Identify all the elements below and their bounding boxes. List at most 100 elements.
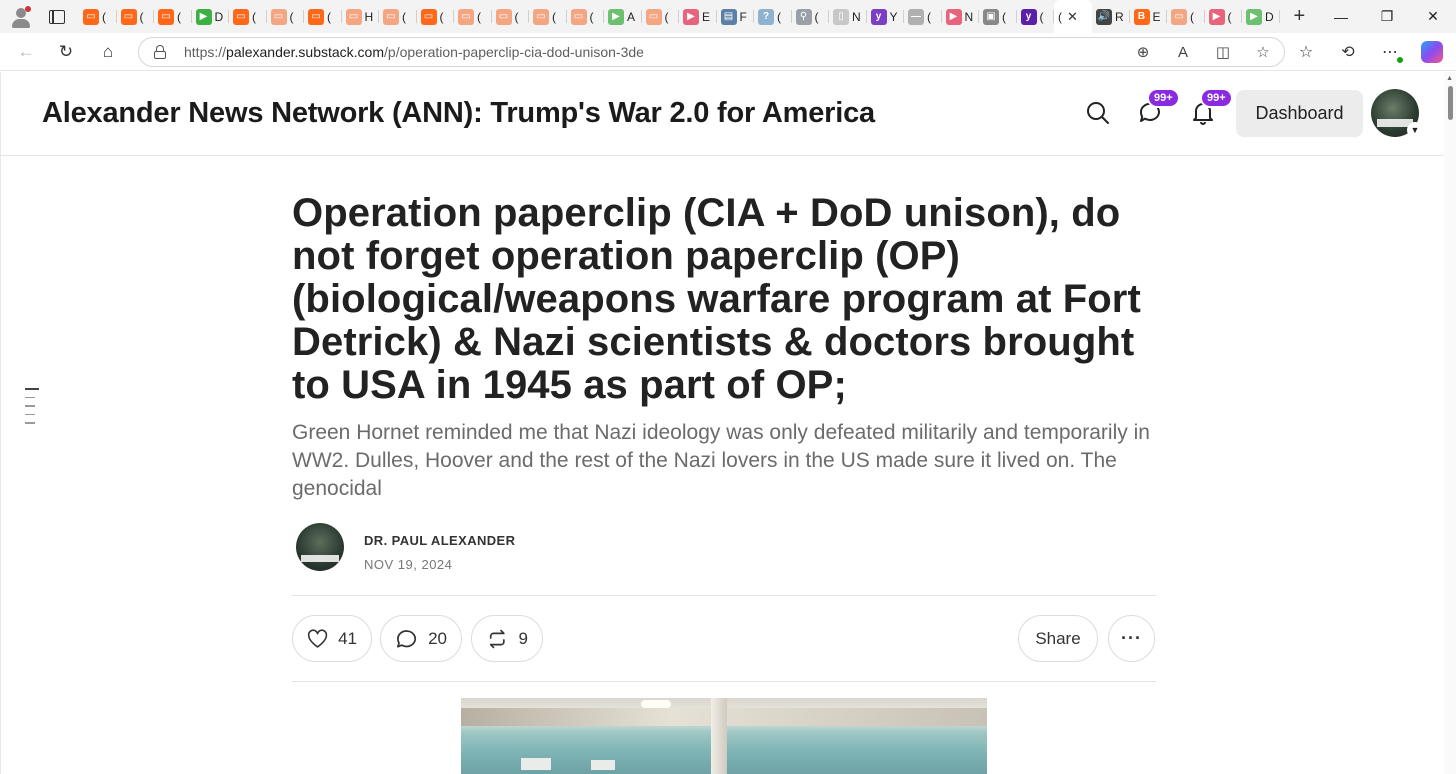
tab-favicon-icon: ▶ [945, 8, 962, 25]
copilot-icon[interactable] [1418, 38, 1446, 66]
search-icon[interactable] [1085, 100, 1113, 128]
author-name[interactable]: DR. PAUL ALEXANDER [364, 533, 515, 548]
tab-title: ( [102, 9, 106, 24]
tab-actions-icon[interactable] [49, 9, 65, 24]
browser-tab[interactable]: ▭ H [342, 0, 380, 33]
browser-tab[interactable]: 🔊 R [1092, 0, 1130, 33]
tab-title: A [627, 9, 636, 24]
page-scrollbar[interactable]: ▲ [1444, 72, 1456, 774]
browser-tab[interactable]: ▭( [642, 0, 680, 33]
browser-tab-strip: ▭(▭(▭(▶ D ▭(▭(▭(▭ H ▭(▭(▭(▭(▭(▭(▶ A ▭(▶ E ▤ F?(⚲(… [0, 0, 1456, 33]
favorites-icon[interactable]: ☆ [1292, 38, 1320, 66]
browser-tab[interactable]: ▶ D [1242, 0, 1280, 33]
browser-tab[interactable]: yY [867, 0, 905, 33]
tab-favicon-icon: ▭ [158, 8, 174, 25]
browser-tab[interactable]: ▭( [417, 0, 455, 33]
author-avatar[interactable] [296, 523, 344, 571]
browser-tab[interactable]: ▭( [154, 0, 192, 33]
post-date: NOV 19, 2024 [364, 557, 453, 572]
tab-favicon-icon: y [870, 8, 887, 25]
tab-title: Y [889, 9, 898, 24]
like-count: 41 [338, 628, 357, 648]
browser-tab[interactable]: ▭( [267, 0, 305, 33]
home-button[interactable]: ⌂ [90, 37, 126, 67]
url-text[interactable]: https://palexander.substack.com/p/operat… [184, 44, 644, 60]
tab-favicon-icon: ▭ [420, 8, 437, 25]
history-icon[interactable]: ⟲ [1334, 38, 1362, 66]
tab-favicon-icon: ▭ [383, 8, 399, 25]
tab-favicon-icon: ▭ [345, 8, 362, 25]
browser-tab[interactable]: ▭( [117, 0, 155, 33]
browser-tab[interactable]: ?( [754, 0, 792, 33]
tab-favicon-icon: ▭ [533, 8, 549, 25]
tab-favicon-icon: ▤ [720, 8, 737, 25]
browser-tab[interactable]: ▭( [567, 0, 605, 33]
site-title[interactable]: Alexander News Network (ANN): Trump's Wa… [42, 97, 875, 130]
zoom-icon[interactable]: ⊕ [1134, 43, 1152, 61]
restore-button[interactable]: ❐ [1364, 0, 1410, 33]
chevron-down-icon[interactable]: ▼ [1407, 122, 1423, 138]
url-bar[interactable]: https://palexander.substack.com/p/operat… [138, 37, 1285, 67]
browser-tab[interactable]: ▭( [454, 0, 492, 33]
browser-tab[interactable]: ▶ E [679, 0, 717, 33]
tab-title: ( [814, 9, 819, 24]
tab-favicon-icon: ▭ [1171, 8, 1187, 25]
comment-button[interactable]: 20 [380, 615, 462, 662]
browser-tab[interactable]: BE [1130, 0, 1168, 33]
favorite-star-icon[interactable]: ☆ [1254, 43, 1272, 61]
restack-button[interactable]: 9 [471, 615, 543, 662]
browser-tab[interactable]: ▭( [492, 0, 530, 33]
post-subtitle: Green Hornet reminded me that Nazi ideol… [292, 421, 1150, 500]
close-window-button[interactable]: ✕ [1410, 0, 1456, 33]
browser-tab[interactable]: ▭( [229, 0, 267, 33]
profile-icon[interactable] [9, 5, 33, 29]
more-tools-icon[interactable]: ⋯ [1376, 38, 1404, 66]
active-browser-tab[interactable]: (✕ [1054, 0, 1092, 33]
like-button[interactable]: 41 [292, 615, 372, 662]
tab-title: R [1115, 9, 1124, 24]
tab-title: ( [1227, 9, 1232, 24]
more-options-button[interactable]: ··· [1108, 615, 1155, 662]
comment-count: 20 [428, 628, 447, 648]
tab-title: ( [927, 9, 931, 24]
browser-tab[interactable]: ▣( [979, 0, 1017, 33]
browser-tab[interactable]: ▭( [379, 0, 417, 33]
share-button[interactable]: Share [1018, 615, 1098, 662]
tab-title: E [702, 9, 711, 24]
back-button[interactable]: ← [8, 37, 44, 67]
tab-favicon-icon: ▭ [270, 8, 287, 25]
tab-favicon-icon: ▭ [83, 8, 99, 25]
browser-tab[interactable]: ▭( [1167, 0, 1205, 33]
tab-title: ( [402, 9, 406, 24]
browser-tab[interactable]: y( [1017, 0, 1055, 33]
window-controls: — ❐ ✕ [1318, 0, 1456, 33]
close-tab-icon[interactable]: ✕ [1067, 9, 1078, 25]
chat-icon[interactable]: 99+ [1137, 88, 1180, 128]
browser-tab[interactable]: ▶ D [192, 0, 230, 33]
tab-favicon-icon: B [1133, 8, 1150, 25]
browser-tab[interactable]: ⚲( [792, 0, 830, 33]
browser-tab[interactable]: ▯ N [829, 0, 867, 33]
tab-favicon-icon: y [1020, 8, 1037, 25]
browser-tab[interactable]: ▤ F [717, 0, 755, 33]
table-of-contents-indicator[interactable] [25, 388, 39, 424]
new-tab-button[interactable]: + [1294, 5, 1306, 28]
browser-tab[interactable]: —( [904, 0, 942, 33]
browser-tab[interactable]: ▶ N [942, 0, 980, 33]
browser-tab[interactable]: ▭( [79, 0, 117, 33]
split-screen-icon[interactable]: ◫ [1214, 43, 1232, 61]
post-hero-image[interactable] [461, 698, 987, 774]
site-header: Alexander News Network (ANN): Trump's Wa… [1, 72, 1445, 156]
browser-tab[interactable]: ▶( [1205, 0, 1243, 33]
read-aloud-icon[interactable]: A [1174, 44, 1192, 61]
browser-tab[interactable]: ▭( [304, 0, 342, 33]
browser-tab[interactable]: ▭( [529, 0, 567, 33]
minimize-button[interactable]: — [1318, 0, 1364, 33]
tab-title: ( [552, 9, 556, 24]
browser-tab[interactable]: ▶ A [604, 0, 642, 33]
refresh-button[interactable]: ↻ [48, 37, 84, 67]
tab-favicon-icon: ▶ [1246, 8, 1262, 25]
notification-bell-icon[interactable]: 99+ [1190, 88, 1233, 128]
dashboard-button[interactable]: Dashboard [1236, 90, 1363, 137]
lock-icon[interactable] [154, 45, 166, 59]
